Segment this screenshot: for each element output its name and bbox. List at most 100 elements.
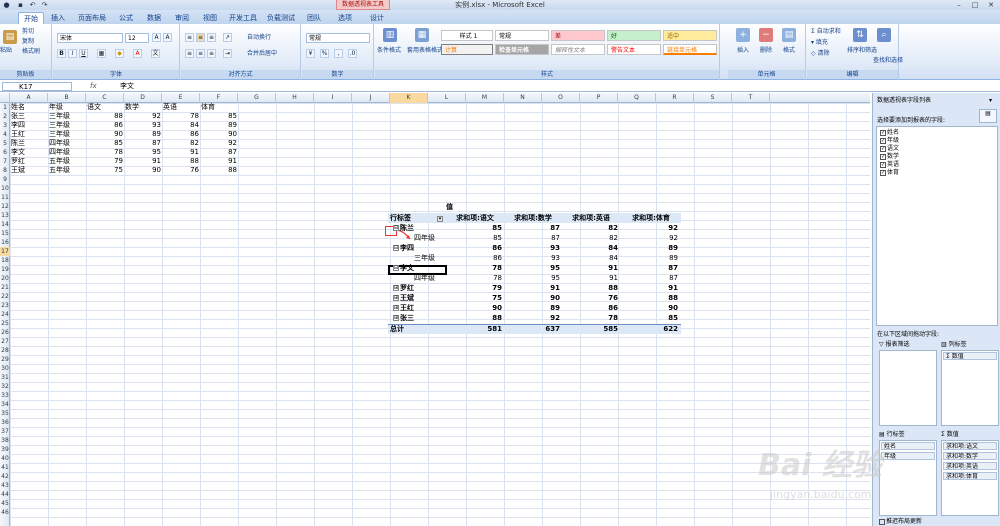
conditional-format-icon[interactable]: ▥ <box>383 28 397 42</box>
pivot-value-cell[interactable]: 89 <box>622 244 678 253</box>
table-cell[interactable]: 75 <box>87 166 125 175</box>
percent-icon[interactable]: % <box>320 49 329 58</box>
column-header-Q[interactable]: Q <box>618 93 656 103</box>
row-header[interactable]: 14 <box>0 220 10 229</box>
layout-options-icon[interactable]: ▤ <box>979 109 997 123</box>
orientation-icon[interactable]: ↗ <box>223 33 232 42</box>
pivot-value-cell[interactable]: 87 <box>504 224 560 233</box>
row-header[interactable]: 25 <box>0 319 10 328</box>
style-bad[interactable]: 差 <box>551 30 605 41</box>
table-header-cell[interactable]: 数学 <box>125 103 163 112</box>
tab-design[interactable]: 设计 <box>364 12 390 24</box>
close-icon[interactable]: ✕ <box>984 0 998 10</box>
row-header[interactable]: 17 <box>0 247 10 256</box>
table-cell[interactable]: 85 <box>201 112 239 121</box>
column-header-L[interactable]: L <box>428 93 466 103</box>
row-header[interactable]: 41 <box>0 463 10 472</box>
bold-icon[interactable]: B <box>57 49 66 58</box>
pivot-value-cell[interactable]: 84 <box>562 254 618 263</box>
pivot-value-cell[interactable]: 89 <box>504 304 560 313</box>
row-header[interactable]: 15 <box>0 229 10 238</box>
column-header-R[interactable]: R <box>656 93 694 103</box>
style-check-cell[interactable]: 检查单元格 <box>495 44 549 55</box>
row-header[interactable]: 4 <box>0 130 10 139</box>
row-header[interactable]: 45 <box>0 499 10 508</box>
table-cell[interactable]: 五年级 <box>49 166 87 175</box>
table-cell[interactable]: 五年级 <box>49 157 87 166</box>
table-cell[interactable]: 三年级 <box>49 112 87 121</box>
pivot-value-cell[interactable]: 88 <box>622 294 678 303</box>
column-header-S[interactable]: S <box>694 93 732 103</box>
row-header[interactable]: 33 <box>0 391 10 400</box>
row-field-item[interactable]: 年级 <box>881 452 935 460</box>
table-cell[interactable]: 90 <box>87 130 125 139</box>
tab-data[interactable]: 数据 <box>142 12 166 24</box>
pivot-total-cell[interactable]: 585 <box>562 325 618 334</box>
pivot-value-cell[interactable]: 87 <box>622 264 678 273</box>
find-select-button[interactable]: 查找和选择 <box>873 56 903 65</box>
row-header[interactable]: 7 <box>0 157 10 166</box>
align-middle-icon[interactable]: ≡ <box>196 33 205 42</box>
pivot-value-cell[interactable]: 89 <box>622 254 678 263</box>
pivot-value-cell[interactable]: 87 <box>622 274 678 283</box>
pivot-row-name[interactable]: 王红 <box>400 304 414 313</box>
paste-button[interactable]: 粘贴 <box>0 46 12 55</box>
row-header[interactable]: 6 <box>0 148 10 157</box>
field-checkbox[interactable]: ✓ 语文 <box>880 145 899 153</box>
pivot-value-cell[interactable]: 93 <box>504 244 560 253</box>
pivot-value-cell[interactable]: 91 <box>504 284 560 293</box>
row-header[interactable]: 20 <box>0 274 10 283</box>
table-header-cell[interactable]: 姓名 <box>11 103 49 112</box>
table-cell[interactable]: 王斌 <box>11 166 49 175</box>
row-header[interactable]: 44 <box>0 490 10 499</box>
row-header[interactable]: 26 <box>0 328 10 337</box>
wrap-text-button[interactable]: 自动换行 <box>247 33 271 42</box>
merge-center-button[interactable]: 合并后居中 <box>247 49 277 58</box>
align-right-icon[interactable]: ≡ <box>207 49 216 58</box>
field-checkbox[interactable]: ✓ 英语 <box>880 161 899 169</box>
table-header-cell[interactable]: 年级 <box>49 103 87 112</box>
values-area[interactable]: 求和项:语文 求和项:数学 求和项:英语 求和项:体育 <box>941 440 999 516</box>
pivot-value-cell[interactable]: 85 <box>446 234 502 243</box>
expand-collapse-icon[interactable]: ⊞ <box>393 315 399 321</box>
increase-decimal-icon[interactable]: .0 <box>348 49 357 58</box>
table-cell[interactable]: 87 <box>125 139 163 148</box>
pivot-value-cell[interactable]: 85 <box>622 314 678 323</box>
fill-color-icon[interactable]: ◆ <box>115 49 124 58</box>
comma-icon[interactable]: , <box>334 49 343 58</box>
pivot-value-cell[interactable]: 92 <box>622 224 678 233</box>
row-header[interactable]: 29 <box>0 355 10 364</box>
style-explanatory[interactable]: 解释性文本 <box>551 44 605 55</box>
style-normal[interactable]: 常规 <box>495 30 549 41</box>
row-header[interactable]: 42 <box>0 472 10 481</box>
clear-button[interactable]: ◇ 清除 <box>811 49 830 58</box>
pivot-value-cell[interactable]: 91 <box>622 284 678 293</box>
pivot-value-cell[interactable]: 88 <box>446 314 502 323</box>
row-header[interactable]: 19 <box>0 265 10 274</box>
pivot-subrow-name[interactable]: 三年级 <box>414 254 435 263</box>
pivot-value-cell[interactable]: 93 <box>504 254 560 263</box>
column-header-M[interactable]: M <box>466 93 504 103</box>
table-format-icon[interactable]: ▦ <box>415 28 429 42</box>
table-cell[interactable]: 92 <box>125 112 163 121</box>
tab-formulas[interactable]: 公式 <box>114 12 138 24</box>
column-header-D[interactable]: D <box>124 93 162 103</box>
table-cell[interactable]: 82 <box>163 139 201 148</box>
style-good[interactable]: 好 <box>607 30 661 41</box>
row-header[interactable]: 8 <box>0 166 10 175</box>
underline-icon[interactable]: U <box>79 49 88 58</box>
defer-update-checkbox[interactable]: 推迟布局更新 <box>879 518 922 526</box>
column-header-E[interactable]: E <box>162 93 200 103</box>
pivot-value-cell[interactable]: 95 <box>504 274 560 283</box>
maximize-icon[interactable]: □ <box>968 0 982 10</box>
table-cell[interactable]: 79 <box>87 157 125 166</box>
column-header-H[interactable]: H <box>276 93 314 103</box>
column-header-O[interactable]: O <box>542 93 580 103</box>
row-header[interactable]: 34 <box>0 400 10 409</box>
pivot-value-cell[interactable]: 86 <box>446 244 502 253</box>
table-header-cell[interactable]: 语文 <box>87 103 125 112</box>
align-center-icon[interactable]: ≡ <box>196 49 205 58</box>
row-header[interactable]: 27 <box>0 337 10 346</box>
tab-insert[interactable]: 插入 <box>46 12 70 24</box>
row-header[interactable]: 3 <box>0 121 10 130</box>
